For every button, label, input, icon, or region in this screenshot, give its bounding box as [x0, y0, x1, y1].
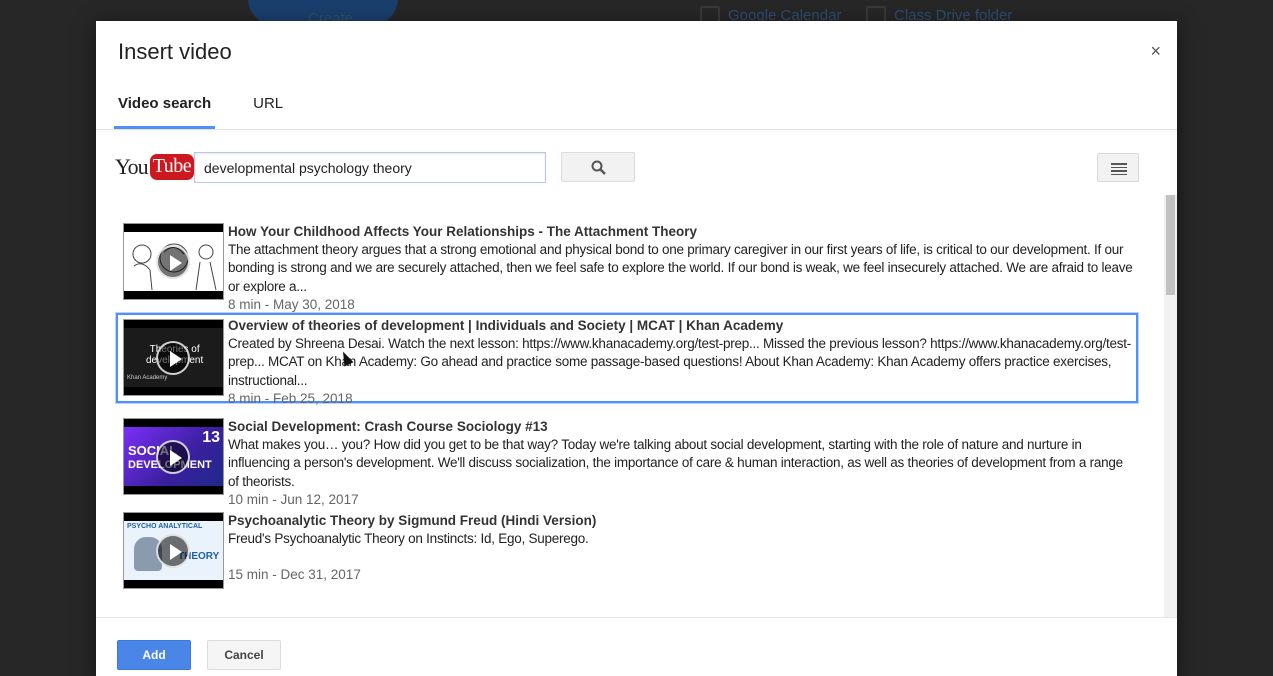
result-item[interactable]: SOCIAL DEVELOPMENT 13 Social Development…	[114, 418, 1140, 508]
tab-url[interactable]: URL	[249, 91, 287, 129]
scrollbar-thumb[interactable]	[1166, 195, 1175, 295]
video-thumbnail	[123, 223, 224, 300]
list-view-button[interactable]	[1097, 153, 1139, 182]
search-icon	[591, 160, 606, 175]
result-meta: 8 min - Feb 25, 2018	[228, 390, 353, 406]
result-item-selected[interactable]: Theories of development Khan Academy Ove…	[116, 313, 1138, 406]
close-icon[interactable]: ×	[1150, 41, 1161, 62]
dialog-title: Insert video	[118, 39, 232, 64]
result-meta: 15 min - Dec 31, 2017	[228, 567, 361, 583]
add-button[interactable]: Add	[117, 640, 191, 670]
video-thumbnail: PSYCHO ANALYTICAL THEORY	[123, 512, 224, 589]
result-title: Overview of theories of development | In…	[228, 318, 784, 333]
search-row: You Tube	[115, 152, 1141, 184]
video-thumbnail: Theories of development Khan Academy	[123, 319, 224, 396]
result-item[interactable]: PSYCHO ANALYTICAL THEORY Psychoanalytic …	[114, 512, 1140, 602]
result-description: What makes you… you? How did you get to …	[228, 437, 1123, 489]
tab-video-search[interactable]: Video search	[114, 91, 216, 129]
result-meta: 10 min - Jun 12, 2017	[228, 491, 359, 507]
result-title: Psychoanalytic Theory by Sigmund Freud (…	[228, 513, 597, 528]
play-icon	[156, 440, 190, 474]
play-icon	[156, 534, 190, 568]
search-input[interactable]	[194, 152, 546, 183]
cancel-button[interactable]: Cancel	[207, 640, 281, 670]
insert-video-dialog: Insert video × Video search URL YouTube	[96, 21, 1177, 676]
result-description: The attachment theory argues that a stro…	[228, 242, 1133, 294]
play-icon	[156, 341, 190, 375]
result-item[interactable]: How Your Childhood Affects Your Relation…	[114, 223, 1140, 313]
youtube-logo: You Tube	[115, 154, 195, 180]
tabs-divider	[96, 129, 1177, 130]
result-description: Created by Shreena Desai. Watch the next…	[228, 336, 1131, 388]
list-view-icon	[1111, 163, 1127, 177]
results-list: How Your Childhood Affects Your Relation…	[96, 211, 1164, 616]
search-button[interactable]	[561, 152, 635, 182]
dialog-footer: Add Cancel	[96, 617, 1177, 676]
result-title: How Your Childhood Affects Your Relation…	[228, 224, 698, 239]
result-description: Freud's Psychoanalytic Theory on Instinc…	[228, 531, 589, 546]
result-meta: 8 min - May 30, 2018	[228, 296, 355, 312]
result-title: Social Development: Crash Course Sociolo…	[228, 419, 548, 434]
tab-bar: Video search URL	[114, 91, 321, 131]
results-scrollbar[interactable]	[1164, 195, 1177, 618]
play-icon	[156, 245, 190, 279]
video-thumbnail: SOCIAL DEVELOPMENT 13	[123, 418, 224, 495]
